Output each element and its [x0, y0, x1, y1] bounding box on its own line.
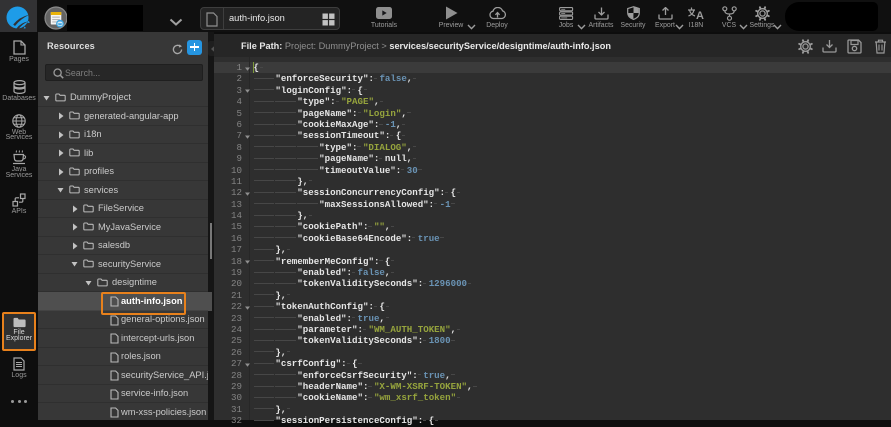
svg-text:A: A: [696, 10, 704, 20]
